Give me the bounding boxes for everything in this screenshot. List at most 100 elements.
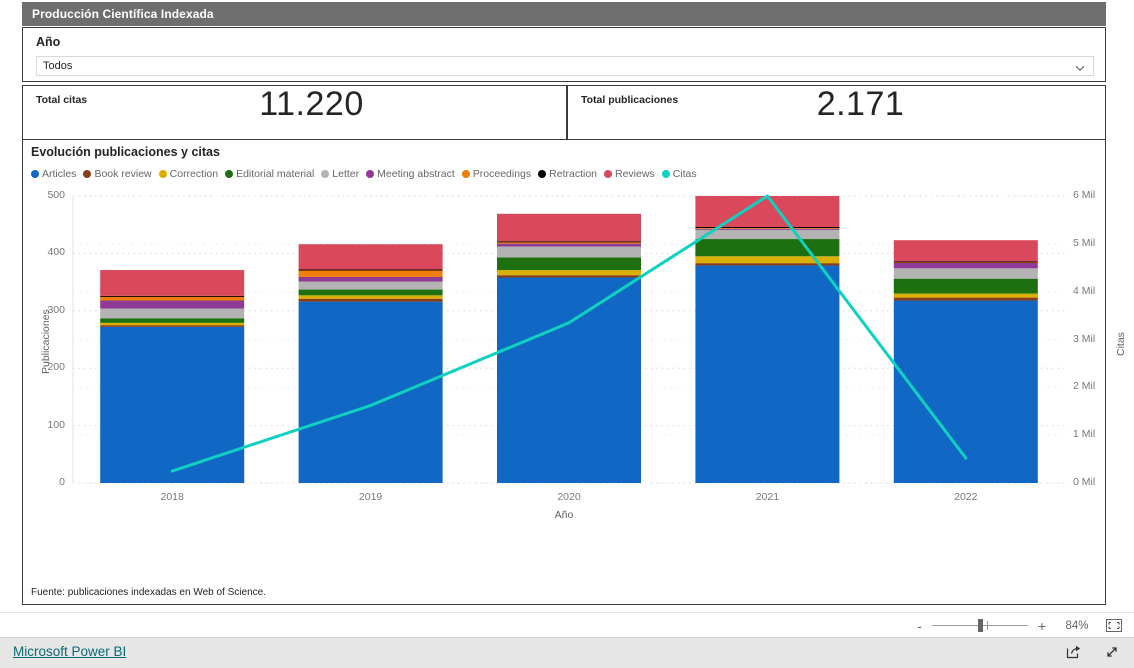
x-axis-tick-label: 2019 [358, 491, 383, 503]
y2-axis-tick-label: 1 Mil [1073, 428, 1096, 441]
bar-segment[interactable] [893, 262, 1038, 269]
y-axis-title: Publicaciones [40, 308, 52, 374]
bar-segment[interactable] [497, 277, 641, 483]
share-icon[interactable] [1066, 644, 1082, 660]
bar-stack[interactable] [695, 196, 840, 483]
bar-segment[interactable] [298, 295, 443, 299]
x-axis-tick-label: 2022 [954, 491, 978, 503]
legend-item[interactable]: Reviews [604, 168, 655, 180]
bar-segment[interactable] [298, 269, 443, 271]
bar-segment[interactable] [298, 276, 443, 282]
bar-segment[interactable] [100, 295, 245, 297]
bar-segment[interactable] [893, 293, 1038, 298]
bar-segment[interactable] [893, 261, 1038, 263]
legend-item-label: Letter [332, 168, 360, 180]
footer-icons [1044, 644, 1120, 660]
bar-segment[interactable] [497, 243, 641, 247]
legend-item[interactable]: Retraction [538, 168, 597, 180]
legend-item[interactable]: Articles [31, 168, 76, 180]
zoom-in-button[interactable]: + [1038, 618, 1046, 634]
legend-item-label: Articles [42, 168, 77, 180]
bar-segment[interactable] [298, 270, 443, 277]
bar-segment[interactable] [100, 296, 245, 301]
report-canvas: Producción Científica Indexada Año Todos… [0, 0, 1134, 612]
bar-segment[interactable] [695, 265, 840, 483]
kpi-card-total-citas[interactable]: Total citas 11.220 [22, 85, 567, 140]
chart-plot-area[interactable]: 0 100 200 300 400 500 0 Mil 1 Mil 2 Mil 3 Mil 4 Mi… [23, 188, 1127, 588]
bar-segment[interactable] [100, 308, 245, 319]
bar-segment[interactable] [497, 270, 641, 276]
bar-stack[interactable] [497, 213, 641, 483]
legend-item[interactable]: Correction [158, 168, 218, 180]
bar-segment[interactable] [497, 213, 641, 242]
bar-stack[interactable] [893, 240, 1038, 483]
bar-segment[interactable] [893, 268, 1038, 279]
legend-item[interactable]: Meeting abstract [366, 168, 455, 180]
bar-segment[interactable] [298, 301, 443, 483]
zoom-controls[interactable]: - + 84% [917, 613, 1122, 638]
bar-segment[interactable] [100, 322, 245, 326]
legend-color-dot [538, 170, 547, 178]
x-axis-tick-label: 2018 [160, 491, 184, 503]
zoom-slider-thumb[interactable] [977, 619, 983, 632]
y2-axis-tick-label: 4 Mil [1073, 284, 1096, 297]
legend-color-dot [604, 170, 612, 178]
powerbi-brand-link[interactable]: Microsoft Power BI [13, 644, 126, 659]
bar-segment[interactable] [100, 318, 245, 323]
bar-segment[interactable] [298, 281, 443, 290]
legend-item-label: Retraction [549, 168, 597, 180]
bar-segment[interactable] [893, 297, 1038, 301]
legend-item-label: Meeting abstract [377, 168, 455, 180]
y2-axis-title: Citas [1115, 331, 1127, 356]
slicer-dropdown[interactable]: Todos [36, 56, 1094, 76]
legend-color-dot [158, 170, 167, 178]
bar-segment[interactable] [100, 326, 245, 483]
chart-legend[interactable]: Articles Book review Correction Editorial m… [31, 166, 704, 182]
bar-segment[interactable] [100, 325, 245, 327]
year-slicer[interactable]: Año Todos [22, 27, 1106, 82]
bar-segment[interactable] [298, 298, 443, 302]
zoom-out-button[interactable]: - [917, 618, 922, 634]
legend-item[interactable]: Book review [83, 168, 152, 180]
bar-stack[interactable] [298, 244, 443, 483]
y-axis-tick-label: 400 [47, 246, 65, 259]
bar-segment[interactable] [695, 239, 840, 257]
report-title-bar: Producción Científica Indexada [22, 2, 1106, 26]
bar-segment[interactable] [298, 244, 443, 270]
bar-segment[interactable] [298, 289, 443, 296]
x-axis-tick-label: 2021 [755, 491, 780, 503]
bar-segment[interactable] [695, 196, 840, 227]
legend-item-label: Proceedings [472, 168, 532, 180]
bar-segment[interactable] [497, 275, 641, 278]
chevron-down-icon[interactable] [1074, 61, 1086, 73]
bar-segment[interactable] [695, 229, 840, 240]
kpi-value: 11.220 [259, 85, 364, 123]
bar-segment[interactable] [497, 246, 641, 258]
legend-item[interactable]: Proceedings [461, 168, 532, 180]
bar-stack[interactable] [100, 270, 245, 483]
legend-item[interactable]: Citas [661, 168, 697, 180]
kpi-card-total-publicaciones[interactable]: Total publicaciones 2.171 [567, 85, 1106, 140]
chart-svg [72, 194, 1065, 484]
zoom-slider[interactable] [931, 619, 1028, 632]
legend-color-dot [321, 170, 330, 178]
legend-color-dot [83, 170, 92, 178]
legend-item-label: Reviews [615, 168, 655, 180]
bar-segment[interactable] [100, 270, 245, 296]
fullscreen-icon[interactable] [1104, 644, 1120, 660]
powerbi-footer: Microsoft Power BI [0, 637, 1134, 668]
chart-panel[interactable]: Evolución publicaciones y citas Articles… [22, 139, 1127, 605]
bar-segment[interactable] [497, 241, 641, 243]
bar-segment[interactable] [893, 240, 1038, 262]
zoom-slider-notch [986, 621, 988, 630]
bar-segment[interactable] [100, 300, 245, 309]
bar-segment[interactable] [497, 257, 641, 271]
legend-item[interactable]: Letter [321, 168, 359, 180]
legend-color-dot [461, 170, 470, 178]
legend-item[interactable]: Editorial material [225, 168, 314, 180]
fit-to-page-icon[interactable] [1106, 619, 1122, 632]
bar-segment[interactable] [893, 278, 1038, 294]
y-axis-tick-label: 500 [47, 189, 65, 201]
slicer-selected-value: Todos [43, 60, 73, 72]
y2-axis-tick-label: 0 Mil [1073, 476, 1096, 488]
